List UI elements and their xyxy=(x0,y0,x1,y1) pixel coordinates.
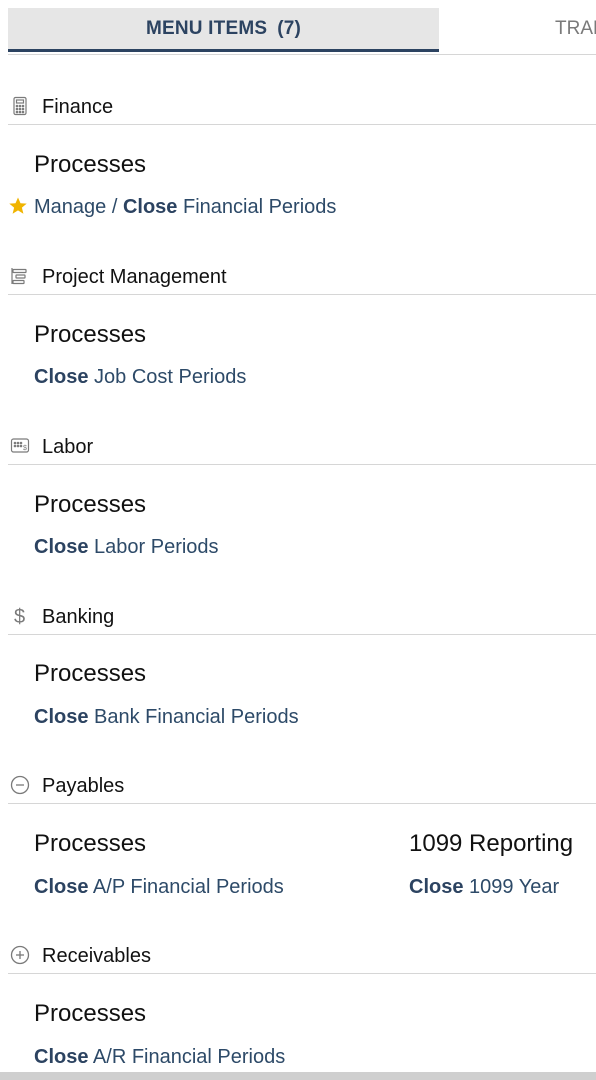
tab-transactions[interactable]: TRAN xyxy=(555,8,596,49)
link-keyword: Close xyxy=(34,366,89,388)
link-keyword: Close xyxy=(122,196,178,218)
section-header-banking: $ Banking xyxy=(8,598,596,635)
section-title-banking: Banking xyxy=(42,606,115,628)
link-close-1099-year[interactable]: Close 1099 Year xyxy=(409,876,559,899)
link-keyword: Close xyxy=(34,536,89,558)
group-title-processes: Processes xyxy=(34,1000,147,1027)
section-header-payables: Payables xyxy=(8,767,596,804)
link-rest: Financial Periods xyxy=(177,196,337,218)
timecard-icon: $ xyxy=(10,438,30,453)
section-title-finance: Finance xyxy=(42,96,114,118)
section-header-project-management: Project Management xyxy=(8,258,596,295)
link-close-bank-financial-periods[interactable]: Close Bank Financial Periods xyxy=(34,706,299,729)
link-keyword: Close xyxy=(34,1046,89,1068)
link-keyword: Close xyxy=(34,876,89,898)
link-keyword: Close xyxy=(409,876,464,898)
minus-circle-icon[interactable] xyxy=(10,775,30,795)
link-rest: 1099 Year xyxy=(463,876,560,898)
tab-bar: MENU ITEMS (7) TRAN xyxy=(8,8,596,55)
link-prefix: Manage / xyxy=(34,196,123,218)
group-title-1099-reporting: 1099 Reporting xyxy=(409,830,574,857)
link-rest: Bank Financial Periods xyxy=(88,706,299,728)
link-close-ap-financial-periods[interactable]: Close A/P Financial Periods xyxy=(34,876,284,899)
group-title-processes: Processes xyxy=(34,491,147,518)
link-close-labor-periods[interactable]: Close Labor Periods xyxy=(34,536,219,559)
link-rest: A/P Financial Periods xyxy=(88,876,284,898)
group-title-processes: Processes xyxy=(34,151,147,178)
favorite-star-icon[interactable] xyxy=(8,196,28,216)
link-close-financial-periods[interactable]: Manage / Close Financial Periods xyxy=(34,196,336,219)
section-header-finance: Finance xyxy=(8,88,596,125)
section-header-receivables: Receivables xyxy=(8,937,596,974)
tab-menu-items[interactable]: MENU ITEMS (7) xyxy=(8,8,439,52)
gantt-icon xyxy=(11,268,27,285)
horizontal-scrollbar[interactable] xyxy=(0,1072,596,1080)
svg-text:$: $ xyxy=(23,445,27,452)
link-keyword: Close xyxy=(34,706,89,728)
link-rest: A/R Financial Periods xyxy=(88,1046,286,1068)
group-title-processes: Processes xyxy=(34,830,147,857)
group-title-processes: Processes xyxy=(34,321,147,348)
link-rest: Job Cost Periods xyxy=(88,366,247,388)
link-close-job-cost-periods[interactable]: Close Job Cost Periods xyxy=(34,366,246,389)
svg-text:$: $ xyxy=(14,606,25,626)
group-title-processes: Processes xyxy=(34,660,147,687)
tab-menu-items-count: (7) xyxy=(277,17,302,39)
section-title-project-management: Project Management xyxy=(42,266,227,288)
section-header-labor: $ Labor xyxy=(8,428,596,465)
link-rest: Labor Periods xyxy=(88,536,219,558)
section-title-labor: Labor xyxy=(42,436,94,458)
dollar-icon: $ xyxy=(14,606,25,626)
section-title-payables: Payables xyxy=(42,775,125,797)
section-title-receivables: Receivables xyxy=(42,945,151,967)
calculator-icon xyxy=(13,96,27,116)
plus-circle-icon[interactable] xyxy=(10,945,30,965)
tab-menu-items-label: MENU ITEMS xyxy=(145,17,268,39)
link-close-ar-financial-periods[interactable]: Close A/R Financial Periods xyxy=(34,1046,285,1069)
